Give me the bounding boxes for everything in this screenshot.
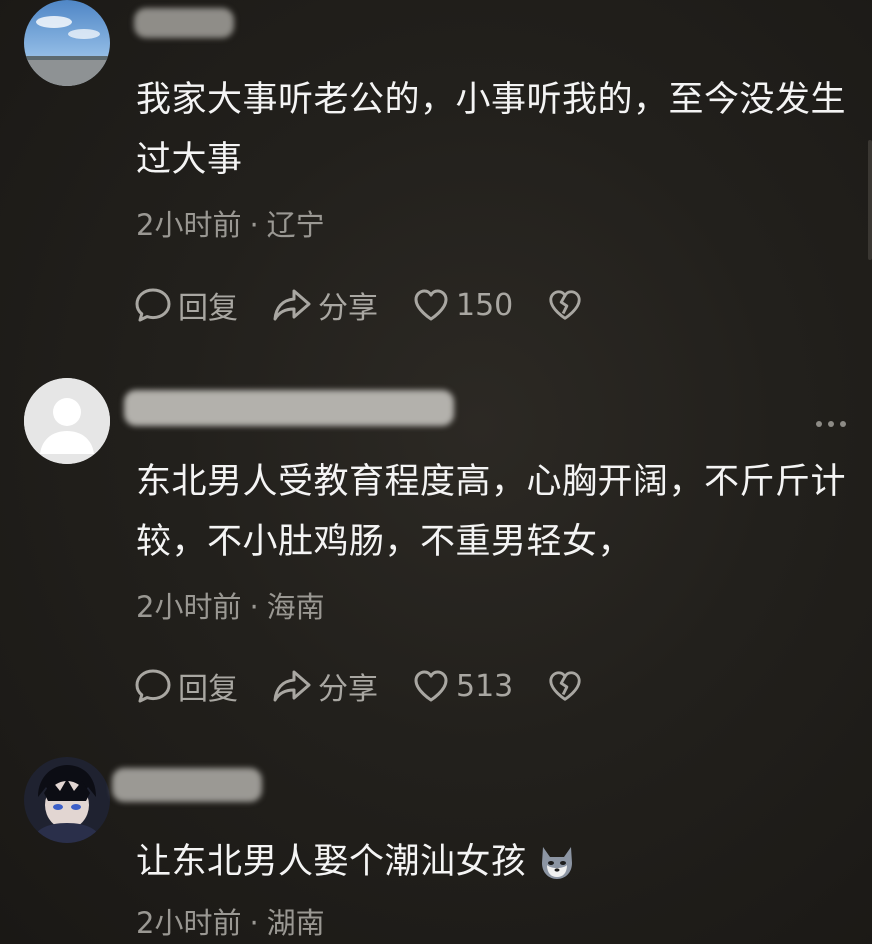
speech-bubble-icon — [135, 669, 171, 703]
like-count: 150 — [456, 287, 514, 323]
speech-bubble-icon — [135, 288, 171, 322]
broken-heart-icon — [549, 290, 581, 320]
comment-text: 让东北男人娶个潮汕女孩 — [136, 832, 848, 892]
comment-text-line: 我家大事听老公的，小事听我的，至今没发生 — [136, 80, 847, 120]
comment-text: 东北男人受教育程度高，心胸开阔，不斤斤计 较，不小肚鸡肠，不重男轻女， — [136, 452, 848, 572]
reply-label: 回复 — [178, 672, 238, 707]
share-arrow-icon — [273, 670, 311, 702]
comment-meta: 2小时前 · 辽宁 — [136, 202, 325, 244]
more-options-button[interactable] — [810, 421, 846, 427]
heart-icon — [414, 670, 448, 702]
username-redacted[interactable] — [112, 768, 262, 802]
avatar[interactable] — [24, 378, 110, 464]
location: 湖南 — [266, 906, 325, 940]
reply-label: 回复 — [178, 291, 238, 326]
reply-button[interactable]: 回复 — [134, 664, 238, 708]
meta-separator: · — [249, 208, 259, 242]
dislike-button[interactable] — [547, 668, 589, 704]
comment-text-line: 东北男人受教育程度高，心胸开阔，不斤斤计 — [136, 462, 847, 502]
location: 海南 — [266, 590, 325, 624]
share-label: 分享 — [318, 672, 378, 707]
more-dots-icon — [828, 421, 834, 427]
comment-text-line: 过大事 — [136, 140, 243, 180]
comment-text: 我家大事听老公的，小事听我的，至今没发生 过大事 — [136, 70, 848, 190]
like-button[interactable]: 513 — [412, 667, 513, 705]
username-redacted[interactable] — [124, 390, 454, 426]
comment-text-content: 让东北男人娶个潮汕女孩 — [136, 842, 527, 882]
comment-text-line: 较，不小肚鸡肠，不重男轻女， — [136, 522, 634, 562]
share-button[interactable]: 分享 — [272, 283, 378, 327]
more-dots-icon — [816, 421, 822, 427]
heart-icon — [414, 289, 448, 321]
like-count: 513 — [456, 668, 514, 704]
location: 辽宁 — [266, 208, 325, 242]
reply-button[interactable]: 回复 — [134, 283, 238, 327]
comment-meta: 2小时前 · 海南 — [136, 584, 325, 626]
comment-actions: 回复 分享 513 — [134, 664, 623, 708]
avatar[interactable] — [24, 0, 110, 86]
username-redacted[interactable] — [134, 8, 234, 38]
comment-meta: 2小时前 · 湖南 — [136, 900, 325, 942]
timestamp: 2小时前 — [136, 590, 242, 624]
scrollbar[interactable] — [868, 140, 872, 260]
meta-separator: · — [249, 906, 259, 940]
share-label: 分享 — [318, 291, 378, 326]
comment-actions: 回复 分享 150 — [134, 283, 623, 327]
timestamp: 2小时前 — [136, 906, 242, 940]
avatar[interactable] — [24, 757, 110, 843]
comment-text-line: 让东北男人娶个潮汕女孩 — [136, 832, 848, 892]
share-button[interactable]: 分享 — [272, 664, 378, 708]
broken-heart-icon — [549, 671, 581, 701]
like-button[interactable]: 150 — [412, 286, 513, 324]
dislike-button[interactable] — [547, 287, 589, 323]
share-arrow-icon — [273, 289, 311, 321]
wolf-emoji-icon — [541, 847, 572, 879]
timestamp: 2小时前 — [136, 208, 242, 242]
more-dots-icon — [840, 421, 846, 427]
meta-separator: · — [249, 590, 259, 624]
